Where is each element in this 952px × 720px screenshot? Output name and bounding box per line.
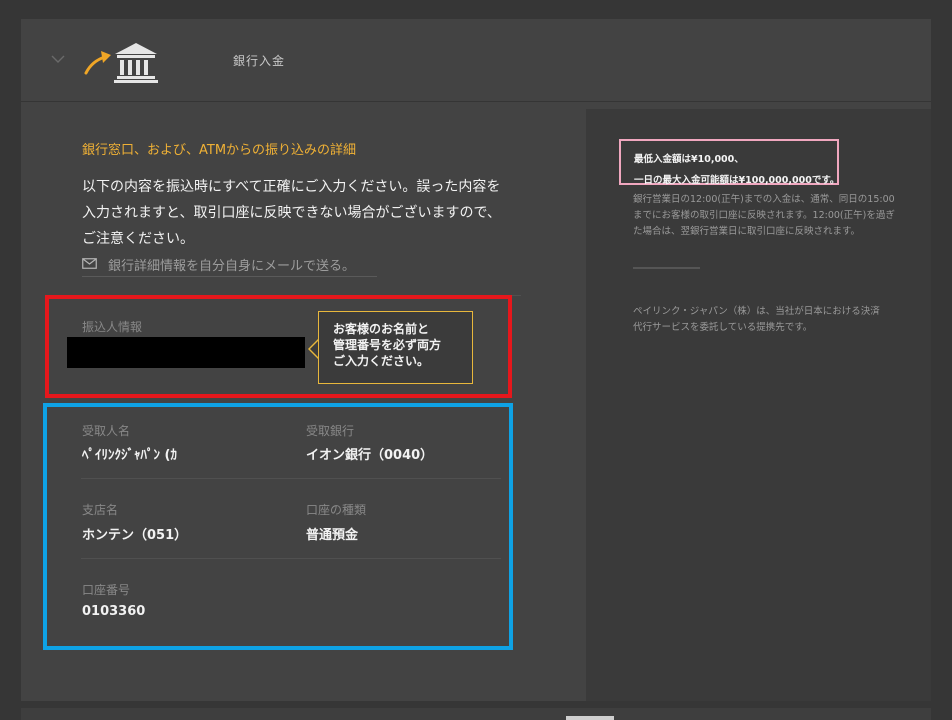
- account-type-label: 口座の種類: [306, 503, 367, 517]
- branch-name-label: 支店名: [82, 503, 119, 517]
- bank-building-icon: [114, 43, 158, 83]
- tooltip-line: 管理番号を必ず両方: [333, 338, 442, 352]
- payee-bank-label: 受取銀行: [306, 424, 355, 438]
- info-sidebar: 最低入金額は¥10,000、 一日の最大入金可能額は¥100,000,000です…: [586, 109, 931, 701]
- payee-bank-value: イオン銀行（0040）: [306, 448, 434, 463]
- account-number-value: 0103360: [82, 604, 146, 619]
- divider: [81, 558, 501, 559]
- divider: [81, 478, 501, 479]
- min-deposit-text: 最低入金額は¥10,000、: [634, 154, 744, 165]
- divider: [633, 267, 700, 269]
- max-deposit-text: 一日の最大入金可能額は¥100,000,000です。: [634, 175, 840, 186]
- processing-time-note: 銀行営業日の12:00(正午)までの入金は、通常、同日の15:00までにお客様の…: [633, 194, 895, 237]
- remitter-tooltip: お客様のお名前と 管理番号を必ず両方 ご入力ください。: [318, 311, 473, 384]
- payee-name-label: 受取人名: [82, 424, 131, 438]
- footer-tab[interactable]: [566, 716, 614, 720]
- instruction-line: 入力されますと、取引口座に反映できない場合がございますので、: [82, 205, 501, 221]
- remitter-label: 振込人情報: [82, 320, 143, 334]
- instructions-text: 以下の内容を振込時にすべて正確にご入力ください。誤った内容を 入力されますと、取…: [82, 174, 522, 252]
- partner-note: ペイリンク・ジャパン（株）は、当社が日本における決済代行サービスを委託している提…: [633, 306, 880, 333]
- redacted-remitter-info: [67, 337, 305, 368]
- tooltip-line: ご入力ください。: [333, 354, 430, 368]
- instruction-line: ご注意ください。: [82, 231, 194, 247]
- envelope-icon: [82, 258, 97, 269]
- tooltip-line: お客様のお名前と: [333, 322, 430, 336]
- branch-name-value: ホンテン（051）: [82, 528, 188, 543]
- deposit-limits-box: 最低入金額は¥10,000、 一日の最大入金可能額は¥100,000,000です…: [619, 139, 839, 186]
- page-title: 銀行入金: [233, 54, 286, 68]
- chevron-down-icon[interactable]: [51, 55, 65, 63]
- deposit-panel: 銀行入金 銀行窓口、および、ATMからの振り込みの詳細 以下の内容を振込時にすべ…: [21, 19, 931, 701]
- account-number-label: 口座番号: [82, 583, 131, 597]
- footer-strip: [21, 708, 931, 720]
- curved-arrow-icon: [84, 51, 111, 75]
- payee-name-value: ﾍﾟｲﾘﾝｸｼﾞｬﾊﾟﾝ (ｶ: [82, 448, 177, 463]
- email-details-link[interactable]: 銀行詳細情報を自分自身にメールで送る。: [82, 254, 377, 277]
- section-title: 銀行窓口、および、ATMからの振り込みの詳細: [82, 143, 357, 158]
- panel-header[interactable]: 銀行入金: [21, 19, 931, 102]
- instruction-line: 以下の内容を振込時にすべて正確にご入力ください。誤った内容を: [82, 179, 501, 195]
- email-link-text[interactable]: 銀行詳細情報を自分自身にメールで送る。: [108, 255, 355, 274]
- account-type-value: 普通預金: [306, 528, 359, 543]
